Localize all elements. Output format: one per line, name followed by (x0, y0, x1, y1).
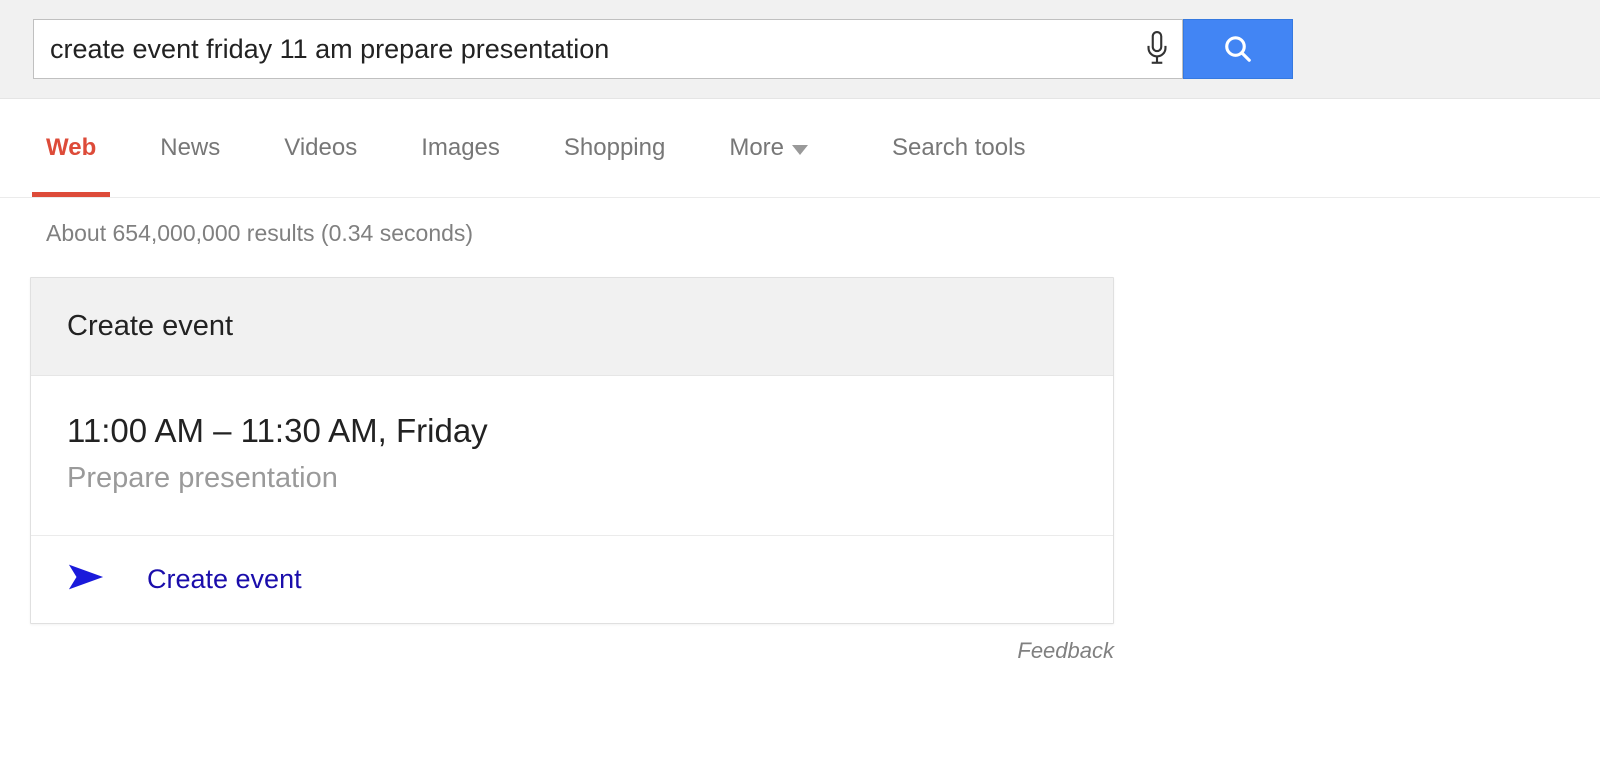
tab-search-tools[interactable]: Search tools (892, 99, 1025, 197)
send-icon (67, 562, 105, 597)
search-button[interactable] (1183, 19, 1293, 79)
tab-web[interactable]: Web (46, 99, 96, 197)
create-event-link[interactable]: Create event (147, 564, 302, 595)
tab-news[interactable]: News (160, 99, 220, 197)
tab-videos[interactable]: Videos (284, 99, 357, 197)
event-card-header: Create event (31, 278, 1113, 376)
event-card-body: 11:00 AM – 11:30 AM, Friday Prepare pres… (31, 376, 1113, 536)
event-description: Prepare presentation (67, 462, 1077, 495)
microphone-icon[interactable] (1132, 31, 1182, 67)
event-time: 11:00 AM – 11:30 AM, Friday (67, 412, 1077, 450)
event-card-title: Create event (67, 310, 1077, 343)
event-card-footer: Create event (31, 536, 1113, 623)
tab-shopping[interactable]: Shopping (564, 99, 665, 197)
search-bar-area (0, 0, 1600, 99)
results-area: About 654,000,000 results (0.34 seconds)… (46, 198, 1600, 664)
search-icon (1223, 34, 1253, 64)
feedback-link[interactable]: Feedback (46, 624, 1114, 664)
search-container (33, 19, 1293, 79)
tab-more-label: More (729, 134, 784, 162)
tabs: Web News Videos Images Shopping More Sea… (46, 99, 1600, 197)
search-input[interactable] (34, 20, 1132, 78)
tabs-area: Web News Videos Images Shopping More Sea… (0, 99, 1600, 198)
tab-more[interactable]: More (729, 99, 808, 197)
tab-images[interactable]: Images (421, 99, 500, 197)
search-box (33, 19, 1183, 79)
chevron-down-icon (792, 134, 808, 162)
event-card: Create event 11:00 AM – 11:30 AM, Friday… (30, 277, 1114, 624)
result-stats: About 654,000,000 results (0.34 seconds) (46, 198, 1600, 277)
